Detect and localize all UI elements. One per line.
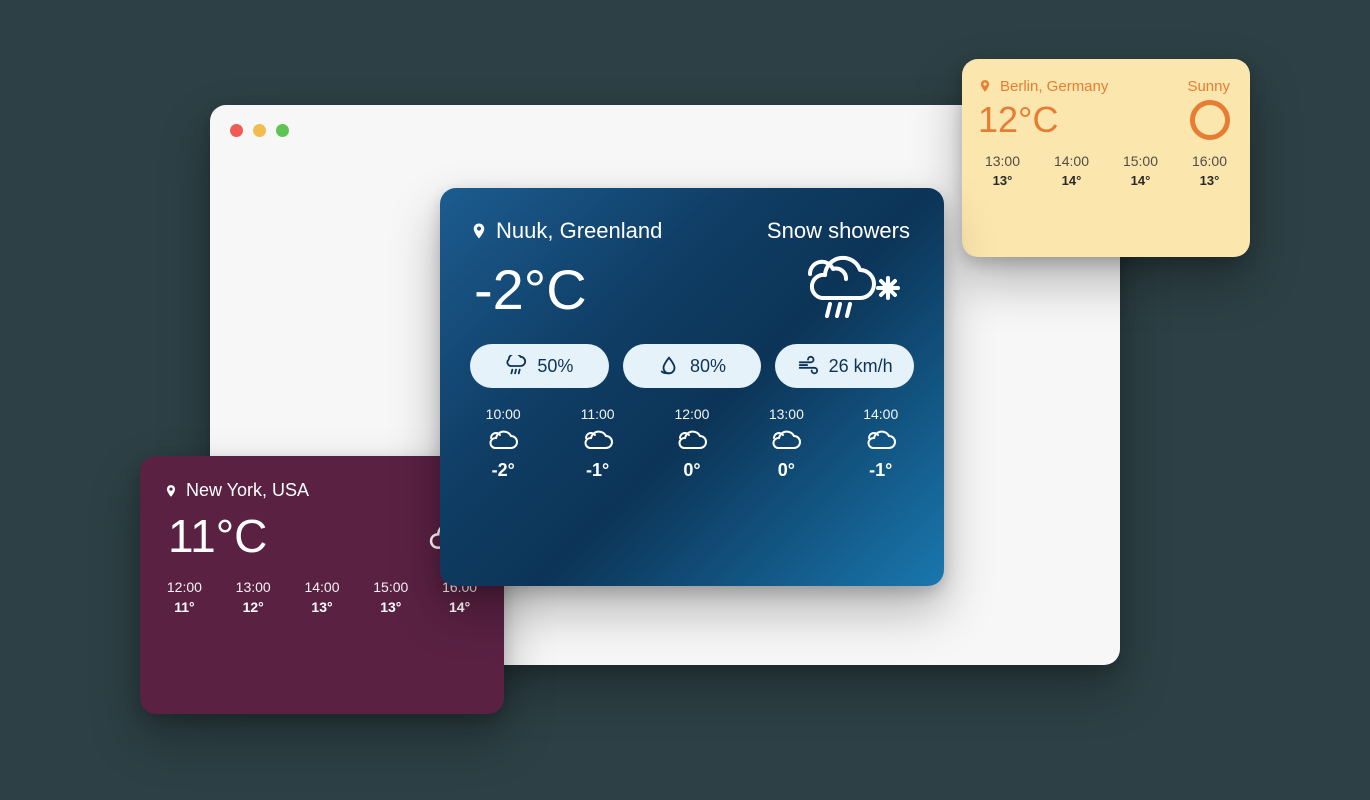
sunny-icon bbox=[1190, 100, 1230, 140]
current-temp: -2°C bbox=[474, 257, 587, 322]
wind-pill: 26 km/h bbox=[775, 344, 914, 388]
cloudy-small-icon bbox=[580, 428, 616, 454]
hourly-forecast: 13:0013° 14:0014° 15:0014° 16:0013° bbox=[962, 143, 1250, 204]
weather-card-nuuk[interactable]: Nuuk, Greenland Snow showers -2°C 50% bbox=[440, 188, 944, 586]
forecast-hour: 12:0011° bbox=[167, 579, 202, 615]
forecast-hour: 14:00 -1° bbox=[863, 406, 899, 481]
forecast-hour: 11:00 -1° bbox=[580, 406, 616, 481]
humidity-icon bbox=[658, 355, 680, 377]
forecast-hour: 15:0013° bbox=[373, 579, 408, 615]
forecast-hour: 15:0014° bbox=[1123, 153, 1158, 188]
condition-label: Sunny bbox=[1187, 78, 1230, 95]
forecast-hour: 13:0013° bbox=[985, 153, 1020, 188]
window-zoom-dot[interactable] bbox=[276, 124, 289, 137]
precip-icon bbox=[505, 355, 527, 377]
forecast-hour: 14:0014° bbox=[1054, 153, 1089, 188]
location-pin-icon bbox=[978, 77, 992, 95]
location-pin-icon bbox=[470, 220, 488, 242]
window-minimize-dot[interactable] bbox=[253, 124, 266, 137]
window-close-dot[interactable] bbox=[230, 124, 243, 137]
humidity-value: 80% bbox=[690, 356, 726, 377]
humidity-pill: 80% bbox=[623, 344, 762, 388]
forecast-hour: 13:0012° bbox=[236, 579, 271, 615]
location-pin-icon bbox=[164, 482, 178, 500]
cloudy-small-icon bbox=[674, 428, 710, 454]
current-temp: 12°C bbox=[978, 99, 1058, 141]
hourly-forecast: 10:00 -2° 11:00 -1° 12:00 0° 13:00 0° 14… bbox=[440, 388, 944, 505]
forecast-hour: 14:0013° bbox=[304, 579, 339, 615]
forecast-hour: 13:00 0° bbox=[768, 406, 804, 481]
location-label: New York, USA bbox=[186, 480, 309, 501]
weather-card-berlin[interactable]: Berlin, Germany Sunny 12°C 13:0013° 14:0… bbox=[962, 59, 1250, 257]
cloudy-small-icon bbox=[768, 428, 804, 454]
forecast-hour: 10:00 -2° bbox=[485, 406, 521, 481]
location-label: Berlin, Germany bbox=[1000, 78, 1108, 95]
location-label: Nuuk, Greenland bbox=[496, 218, 662, 244]
forecast-hour: 16:0013° bbox=[1192, 153, 1227, 188]
snow-showers-icon bbox=[792, 252, 910, 326]
current-temp: 11°C bbox=[168, 509, 267, 563]
precip-pill: 50% bbox=[470, 344, 609, 388]
wind-icon bbox=[797, 355, 819, 377]
cloudy-small-icon bbox=[485, 428, 521, 454]
precip-value: 50% bbox=[537, 356, 573, 377]
wind-value: 26 km/h bbox=[829, 356, 893, 377]
metrics-row: 50% 80% 26 km/h bbox=[440, 326, 944, 388]
condition-label: Snow showers bbox=[767, 218, 910, 244]
forecast-hour: 12:00 0° bbox=[674, 406, 710, 481]
cloudy-small-icon bbox=[863, 428, 899, 454]
